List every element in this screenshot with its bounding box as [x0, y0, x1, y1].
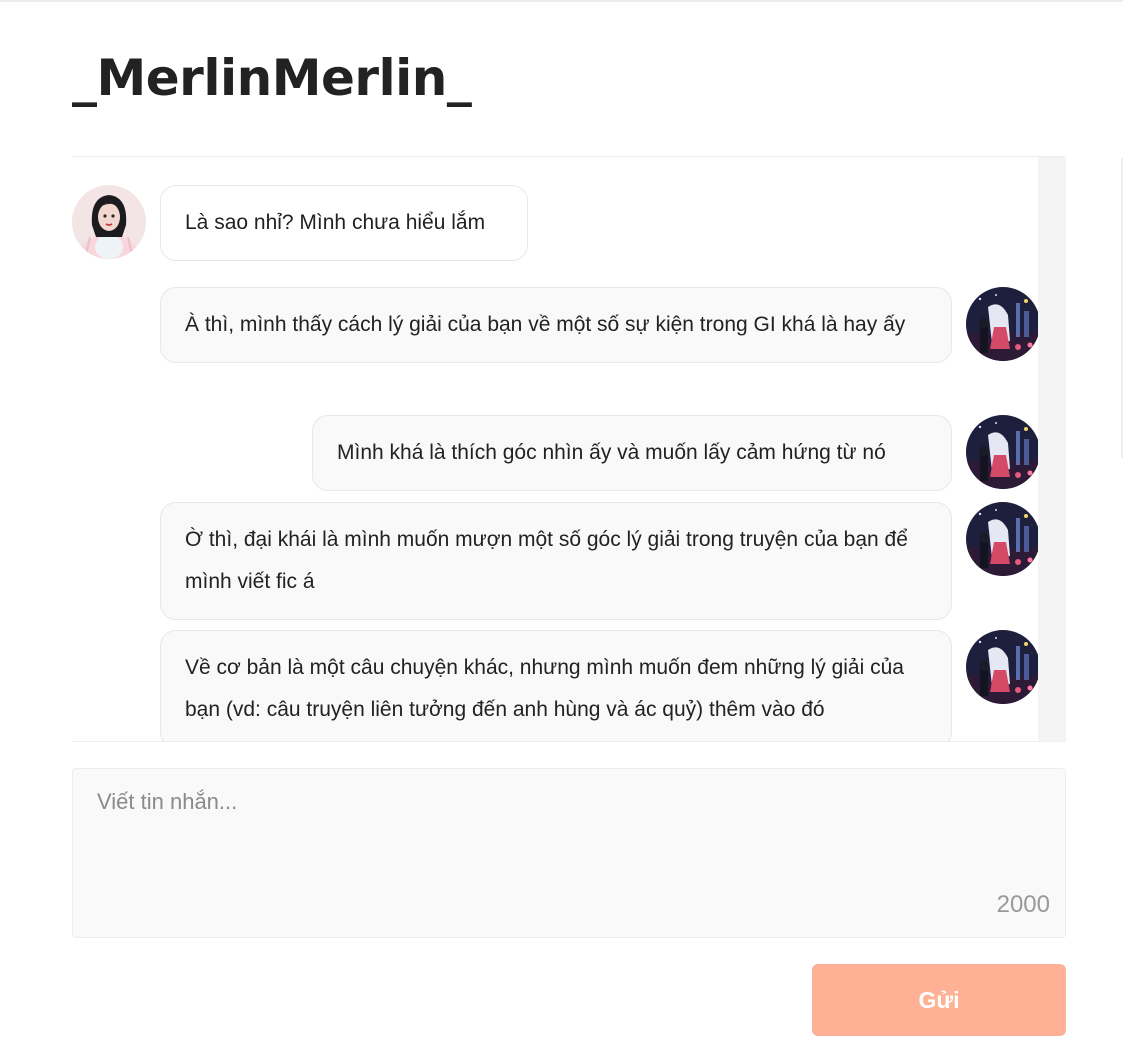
night-city-avatar[interactable]	[966, 630, 1038, 704]
message-outgoing: Về cơ bản là một câu chuyện khác, nhưng …	[160, 630, 1038, 741]
message-list[interactable]: Là sao nhỉ? Mình chưa hiểu lắm À thì, mì…	[72, 157, 1038, 741]
message-bubble: À thì, mình thấy cách lý giải của bạn về…	[160, 287, 952, 363]
message-outgoing: Mình khá là thích góc nhìn ấy và muốn lấ…	[312, 415, 1038, 491]
night-city-avatar[interactable]	[966, 415, 1038, 489]
send-button[interactable]: Gửi	[812, 964, 1066, 1036]
message-incoming: Là sao nhỉ? Mình chưa hiểu lắm	[72, 185, 528, 261]
chat-scrollbar[interactable]	[1038, 157, 1066, 741]
message-composer: 2000	[72, 768, 1066, 938]
girl-portrait-avatar[interactable]	[72, 185, 146, 259]
top-divider	[0, 0, 1123, 2]
message-outgoing: Ờ thì, đại khái là mình muốn mượn một số…	[160, 502, 1038, 620]
night-city-avatar[interactable]	[966, 502, 1038, 576]
message-bubble: Là sao nhỉ? Mình chưa hiểu lắm	[160, 185, 528, 261]
chat-panel: Là sao nhỉ? Mình chưa hiểu lắm À thì, mì…	[72, 156, 1066, 742]
message-bubble: Ờ thì, đại khái là mình muốn mượn một số…	[160, 502, 952, 620]
message-outgoing: À thì, mình thấy cách lý giải của bạn về…	[160, 287, 1038, 363]
message-bubble: Mình khá là thích góc nhìn ấy và muốn lấ…	[312, 415, 952, 491]
message-input[interactable]	[73, 769, 1065, 937]
message-bubble: Về cơ bản là một câu chuyện khác, nhưng …	[160, 630, 952, 741]
page-title: _MerlinMerlin_	[72, 49, 472, 107]
night-city-avatar[interactable]	[966, 287, 1038, 361]
char-counter: 2000	[996, 891, 1050, 918]
